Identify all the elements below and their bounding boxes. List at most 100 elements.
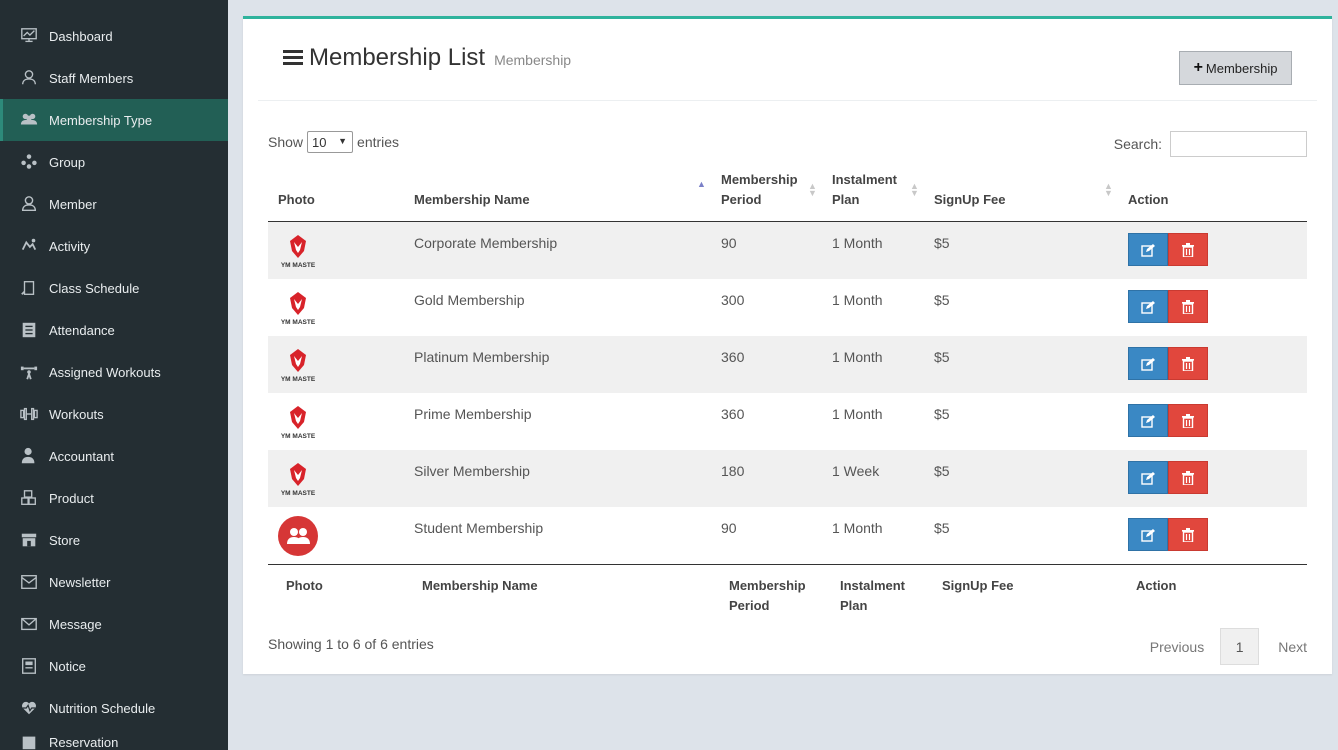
instalment-plan-cell: 1 Month [832,349,883,365]
signup-fee-cell: $5 [934,235,950,251]
sidebar-item-accountant[interactable]: Accountant [0,435,228,477]
col-signup-fee[interactable]: SignUp Fee [934,190,1006,210]
sidebar-item-reservation[interactable]: Reservation [0,729,228,750]
sidebar-item-member[interactable]: Member [0,183,228,225]
sidebar-item-label: Newsletter [49,574,111,590]
sidebar-item-newsletter[interactable]: Newsletter [0,561,228,603]
edit-icon [1141,300,1155,314]
edit-button[interactable] [1128,518,1168,551]
sidebar-item-workouts[interactable]: Workouts [0,393,228,435]
sidebar-item-nutrition-schedule[interactable]: Nutrition Schedule [0,687,228,729]
trash-icon [1182,242,1194,257]
accountant-icon [18,446,40,466]
foot-plan-line1: Instalment [840,578,906,593]
sidebar-item-notice[interactable]: Notice [0,645,228,687]
trash-icon [1182,356,1194,371]
table-row: YM MASTE Gold Membership 300 1 Month $5 [268,279,1307,336]
sidebar-item-staff-members[interactable]: Staff Members [0,57,228,99]
page-title: Membership List [309,44,486,71]
membership-type-icon [18,110,40,130]
sidebar-item-attendance[interactable]: Attendance [0,309,228,351]
next-page-button[interactable]: Next [1278,639,1307,655]
caret-down-icon: ▼ [338,136,348,146]
delete-button[interactable] [1168,461,1208,494]
instalment-plan-cell: 1 Month [832,406,883,422]
delete-button[interactable] [1168,290,1208,323]
page-subtitle: Membership [494,52,572,68]
delete-button[interactable] [1168,404,1208,437]
foot-period-line2: Period [729,598,770,613]
membership-period-cell: 90 [721,520,737,536]
sidebar-item-group[interactable]: Group [0,141,228,183]
group-icon [18,152,40,172]
sidebar-item-label: Accountant [49,448,115,464]
edit-button[interactable] [1128,461,1168,494]
sidebar-item-membership-type[interactable]: Membership Type [0,99,228,141]
previous-page-button[interactable]: Previous [1150,639,1204,655]
table-header: Photo Membership Name ▲ Membership Perio… [268,169,1307,222]
signup-fee-cell: $5 [934,406,950,422]
delete-button[interactable] [1168,518,1208,551]
sidebar-item-label: Group [49,154,86,170]
sort-both-icon: ▲ ▼ [910,181,919,198]
sidebar-item-label: Store [49,532,81,548]
col-plan-line1: Instalment [832,172,898,187]
col-instalment-plan[interactable]: Instalment Plan [832,170,897,210]
col-period-line2: Period [721,192,762,207]
sidebar-item-label: Notice [49,658,86,674]
edit-icon [1141,243,1155,257]
edit-button[interactable] [1128,290,1168,323]
col-photo[interactable]: Photo [278,190,315,210]
sidebar-item-label: Membership Type [49,112,153,128]
membership-table: Photo Membership Name ▲ Membership Perio… [268,169,1307,624]
delete-button[interactable] [1168,347,1208,380]
gym-master-logo: YM MASTE [278,231,318,271]
instalment-plan-cell: 1 Week [832,463,880,479]
membership-period-cell: 360 [721,349,745,365]
sidebar-item-message[interactable]: Message [0,603,228,645]
page-1-button[interactable]: 1 [1220,628,1260,665]
sort-asc-icon: ▲ [697,179,706,189]
panel-header: Membership List Membership + Membership [258,19,1317,101]
delete-button[interactable] [1168,233,1208,266]
sidebar-item-activity[interactable]: Activity [0,225,228,267]
search-input[interactable] [1170,131,1307,157]
trash-icon [1182,527,1194,542]
main-panel: Membership List Membership + Membership … [243,16,1332,674]
sidebar-item-class-schedule[interactable]: Class Schedule [0,267,228,309]
membership-period-cell: 300 [721,292,745,308]
nutrition-icon [18,698,40,718]
signup-fee-cell: $5 [934,292,950,308]
edit-button[interactable] [1128,233,1168,266]
sidebar-item-dashboard[interactable]: Dashboard [0,15,228,57]
reservation-icon [18,732,40,750]
sidebar-item-store[interactable]: Store [0,519,228,561]
foot-plan-line2: Plan [840,598,868,613]
page-size-value: 10 [312,134,327,150]
membership-name-cell: Corporate Membership [414,235,558,251]
membership-name-cell: Silver Membership [414,463,530,479]
trash-icon [1182,299,1194,314]
edit-icon [1141,528,1155,542]
dashboard-icon [18,26,40,46]
sidebar-item-label: Attendance [49,322,115,338]
sidebar-item-product[interactable]: Product [0,477,228,519]
col-membership-name[interactable]: Membership Name [414,190,530,210]
workouts-icon [18,404,40,424]
edit-button[interactable] [1128,347,1168,380]
col-membership-period[interactable]: Membership Period [721,170,798,210]
page-size-select[interactable]: 10 ▼ [307,131,354,153]
col-action: Action [1128,192,1169,207]
activity-icon [18,236,40,256]
membership-name-cell: Platinum Membership [414,349,550,365]
logo-text: YM MASTE [281,376,316,383]
logo-text: YM MASTE [281,262,316,269]
table-row: YM MASTE Platinum Membership 360 1 Month $5 [268,336,1307,393]
edit-button[interactable] [1128,404,1168,437]
sidebar-item-label: Nutrition Schedule [49,700,156,716]
sidebar-item-label: Assigned Workouts [49,364,161,380]
add-membership-button[interactable]: + Membership [1179,51,1292,85]
sidebar-item-assigned-workouts[interactable]: Assigned Workouts [0,351,228,393]
foot-membership-period: Membership Period [729,576,806,616]
menu-toggle-icon[interactable] [283,50,303,66]
